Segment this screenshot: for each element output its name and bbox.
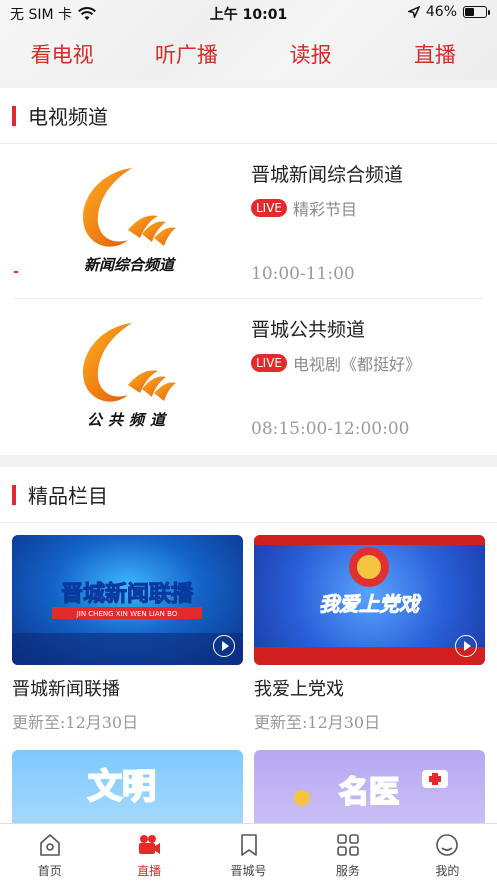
section-title: 电视频道 [28,105,108,129]
card-title: 我爱上党戏 [254,679,344,700]
play-icon[interactable] [213,635,235,657]
tab-label: 晋城号 [230,864,267,878]
channel-item[interactable]: 公共频道 晋城公共频道 LIVE 电视剧《都挺好》 08:15:00-12:00… [0,299,497,454]
home-icon [39,834,60,856]
news-thumb-art: 晋城新闻联播 JIN CHENG XIN WEN LIAN BO [12,581,243,665]
tab-newspaper[interactable]: 读报 [249,32,373,78]
battery-fill [465,8,474,16]
location-icon [407,6,420,18]
tab-label: 服务 [335,864,360,878]
public-channel-logo-text: 公共频道 [87,411,171,429]
tab-label: 首页 [37,864,62,878]
section-accent-bar [12,484,16,505]
status-bar: 无 SIM 卡 上午 10:01 46% [0,0,497,26]
card-update-date: 更新至:12月30日 [12,713,139,732]
tab-jincheng-account[interactable]: 晋城号 [199,824,298,883]
channel-item[interactable]: 新闻综合频道 晋城新闻综合频道 LIVE 精彩节目 10:00-11:00 [0,144,497,299]
camera-icon [139,835,161,854]
section-header: 电视频道 [0,88,497,144]
tab-live[interactable]: 直播 [373,32,497,78]
program-time: 08:15:00-12:00:00 [251,419,410,439]
play-icon[interactable] [455,635,477,657]
news-channel-logo-text: 新闻综合频道 [84,256,177,274]
live-badge: LIVE [251,199,288,217]
indicator-dot [14,271,18,273]
tab-services[interactable]: 服务 [298,824,397,883]
channel-name: 晋城新闻综合频道 [251,164,404,186]
news-thumb-title: 晋城新闻联播 [61,581,194,607]
tab-live-stream[interactable]: 直播 [99,824,198,883]
tab-home[interactable]: 首页 [0,824,99,883]
public-channel-logo: 公共频道 [83,323,176,429]
program-name: 电视剧《都挺好》 [293,355,422,374]
program-thumbnail: 我爱上党戏 [254,535,485,665]
tab-radio[interactable]: 听广播 [124,32,248,78]
battery-icon [463,6,490,18]
bookmark-icon [240,834,257,856]
profile-icon [436,834,459,856]
civility-thumb-title: 文明 [88,767,156,807]
program-card[interactable]: 晋城新闻联播 JIN CHENG XIN WEN LIAN BO 晋城新闻联播 … [12,535,243,733]
program-card[interactable]: 我爱上党戏 我爱上党戏 更新至:12月30日 [254,535,485,733]
section-accent-bar [12,105,16,126]
program-thumbnail: 晋城新闻联播 JIN CHENG XIN WEN LIAN BO [12,535,243,665]
top-nav: 看电视 听广播 读报 直播 [0,32,497,78]
card-title: 晋城新闻联播 [12,679,120,700]
grid-icon [337,834,359,856]
section-header: 精品栏目 [0,467,497,523]
news-thumb-subtitle: JIN CHENG XIN WEN LIAN BO [76,610,178,618]
battery-percent: 46% [425,4,457,20]
program-row: LIVE 电视剧《都挺好》 [251,351,421,375]
tab-watch-tv[interactable]: 看电视 [0,32,124,78]
tab-label: 我的 [435,864,460,878]
card-update-date: 更新至:12月30日 [254,713,381,732]
bottom-tab-bar: 首页 直播 晋城号 服务 我的 [0,823,497,883]
section-title: 精品栏目 [28,484,108,508]
live-badge: LIVE [251,354,288,372]
channel-name: 晋城公共频道 [251,319,366,341]
program-name: 精彩节目 [293,200,358,219]
news-channel-logo: 新闻综合频道 [83,168,177,274]
tv-channel-section: 电视频道 新闻综合频道 晋城新闻综合频道 LIVE 精彩节目 10:00-11:… [0,88,497,455]
program-time: 10:00-11:00 [251,264,355,284]
doctor-thumb-title: 名医 [339,775,399,810]
opera-thumb-art: 我爱上党戏 [254,535,485,665]
tab-mine[interactable]: 我的 [398,824,497,883]
opera-thumb-title: 我爱上党戏 [319,592,422,616]
program-row: LIVE 精彩节目 [251,196,357,220]
tab-label: 直播 [137,864,162,878]
featured-section: 精品栏目 晋城新闻联播 JIN CHENG XIN WEN LIAN BO 晋城… [0,467,497,880]
header-area: 无 SIM 卡 上午 10:01 46% 看电视 听广播 读报 直播 [0,0,497,80]
